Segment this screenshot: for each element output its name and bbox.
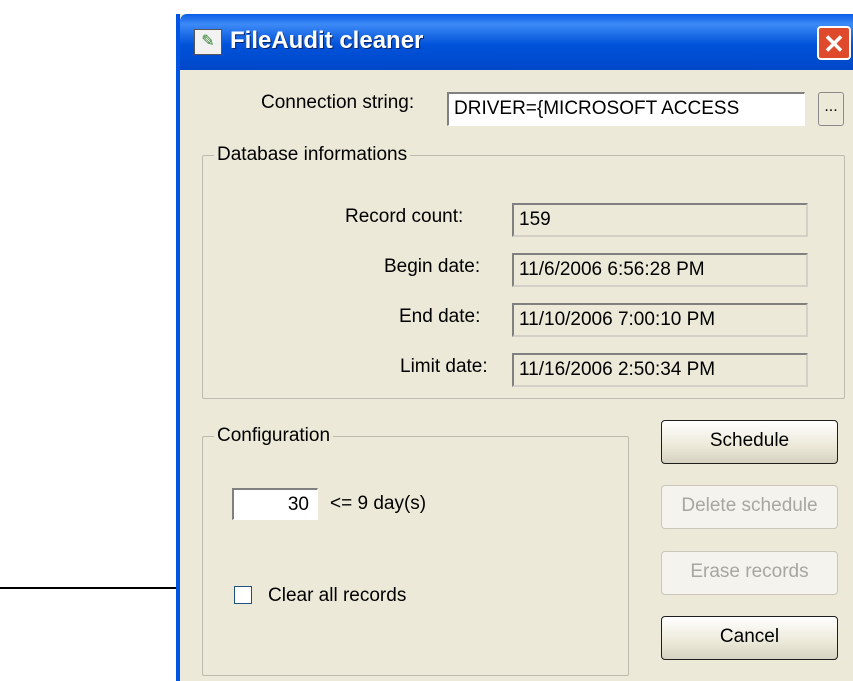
limit-date-value: 11/16/2006 2:50:34 PM [512,353,808,387]
fileaudit-cleaner-dialog: ✎ FileAudit cleaner ✕ Connection string:… [176,14,853,681]
close-button[interactable]: ✕ [817,26,851,60]
cancel-button[interactable]: Cancel [661,616,838,660]
window-title: FileAudit cleaner [230,27,424,54]
days-hint-label: <= 9 day(s) [330,493,427,514]
app-icon: ✎ [194,29,222,55]
begin-date-label: Begin date: [384,256,481,277]
title-bar[interactable]: ✎ FileAudit cleaner ✕ [180,14,853,70]
record-count-value: 159 [512,203,808,237]
connection-string-label: Connection string: [261,92,415,113]
database-info-legend: Database informations [214,144,411,166]
configuration-legend: Configuration [214,425,334,447]
record-count-label: Record count: [345,206,464,227]
limit-date-label: Limit date: [400,356,488,377]
connection-string-input[interactable]: DRIVER={MICROSOFT ACCESS [447,92,805,126]
end-date-value: 11/10/2006 7:00:10 PM [512,303,808,337]
erase-records-button[interactable]: Erase records [661,551,838,595]
schedule-button[interactable]: Schedule [661,420,838,464]
delete-schedule-button[interactable]: Delete schedule [661,485,838,529]
days-input[interactable]: 30 [232,488,318,520]
clear-all-records-label[interactable]: Clear all records [268,585,406,607]
clear-all-records-checkbox[interactable] [234,586,252,604]
end-date-label: End date: [399,306,481,327]
configuration-group [202,436,629,676]
begin-date-value: 11/6/2006 6:56:28 PM [512,253,808,287]
browse-button[interactable]: ... [818,92,844,126]
